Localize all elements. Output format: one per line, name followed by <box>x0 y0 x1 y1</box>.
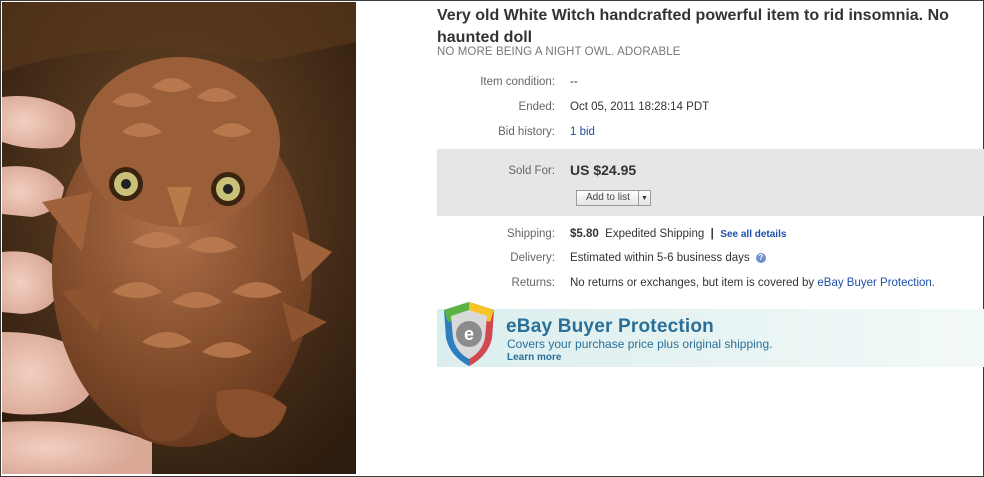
sold-for-label: Sold For: <box>508 165 555 177</box>
delivery-row: Estimated within 5-6 business days ? <box>570 252 766 264</box>
dropdown-arrow-icon[interactable]: ▼ <box>637 191 650 205</box>
sold-price: US $24.95 <box>570 162 637 178</box>
shipping-price: $5.80 <box>570 228 599 240</box>
shipping-method: Expedited Shipping <box>605 228 705 240</box>
returns-label: Returns: <box>511 277 555 289</box>
buyer-protection-title: eBay Buyer Protection <box>506 316 714 337</box>
see-all-details-link[interactable]: See all details <box>720 229 786 240</box>
condition-label: Item condition: <box>480 76 555 88</box>
condition-value: -- <box>570 76 578 88</box>
shipping-label: Shipping: <box>507 228 555 240</box>
shipping-separator: | <box>710 228 714 240</box>
add-to-list-label: Add to list <box>586 192 630 203</box>
sold-for-box <box>437 149 984 216</box>
bid-history-link[interactable]: 1 bid <box>570 126 595 138</box>
pinecone-owl-photo <box>2 2 356 474</box>
returns-value: No returns or exchanges, but item is cov… <box>570 277 815 289</box>
listing-title: Very old White Witch handcrafted powerfu… <box>437 7 949 46</box>
shield-logo-letter: e <box>464 324 474 344</box>
bid-history-label: Bid history: <box>498 126 555 138</box>
ended-label: Ended: <box>518 101 555 113</box>
add-to-list-button[interactable]: Add to list ▼ <box>576 190 651 206</box>
shield-icon: e <box>444 302 494 366</box>
buyer-protection-link[interactable]: eBay Buyer Protection. <box>817 277 935 289</box>
delivery-label: Delivery: <box>510 252 555 264</box>
ended-value: Oct 05, 2011 18:28:14 PDT <box>570 101 710 113</box>
learn-more-link[interactable]: Learn more <box>507 352 561 363</box>
returns-row: No returns or exchanges, but item is cov… <box>570 277 935 289</box>
info-icon[interactable]: ? <box>755 253 766 263</box>
shipping-row: $5.80 Expedited Shipping | See all detai… <box>570 228 786 240</box>
listing-subtitle: NO MORE BEING A NIGHT OWL. ADORABLE <box>437 46 681 58</box>
buyer-protection-subtitle: Covers your purchase price plus original… <box>507 337 773 351</box>
delivery-value: Estimated within 5-6 business days <box>570 252 750 264</box>
product-image[interactable] <box>2 2 356 474</box>
